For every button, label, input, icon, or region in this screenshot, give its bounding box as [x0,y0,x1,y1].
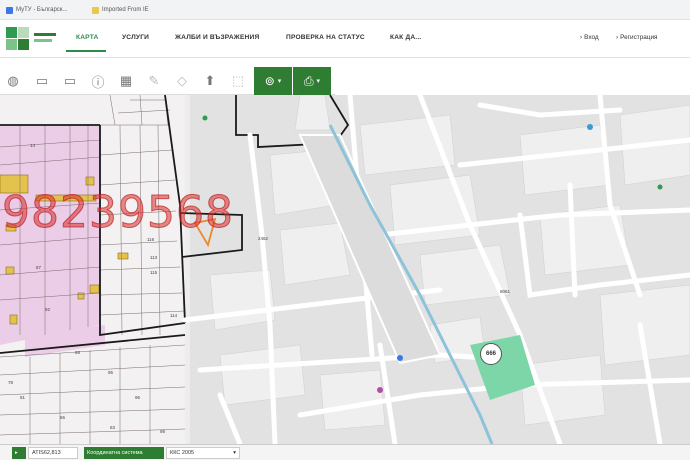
parcel-label: 14 [30,143,36,148]
globe-icon[interactable]: ◍ [3,71,23,91]
eraser-icon[interactable]: ◇ [172,71,192,91]
coordinates-icon: ▸ [12,447,26,459]
parcel-label: 115 [150,270,158,275]
bookmark-mytu[interactable]: МуТУ - Българск... [6,4,67,16]
login-link[interactable]: › Вход [580,34,599,41]
export-icon[interactable]: ⬆ [200,71,220,91]
folder-icon [92,6,99,14]
coordinate-system-label: Координатна система [84,447,164,459]
bookmark-imported[interactable]: Imported From IE [92,4,149,16]
coordinates-field[interactable]: ATIS62,813 [28,447,78,459]
print-button[interactable]: ⎙ ▾ [293,67,331,95]
rectangle-icon[interactable]: ▭ [60,71,80,91]
map-status-bar: ▸ ATIS62,813 Координатна система ККС 200… [0,444,690,460]
watermark-text: 98239568 [2,187,234,239]
parcel-label: 83 [110,425,116,430]
info-icon[interactable]: ⓘ [88,71,108,91]
nav-item-services[interactable]: УСЛУГИ [122,34,149,41]
parcel-label: 87 [36,265,42,270]
search-place-icon: ⊚ [264,74,275,88]
chevron-down-icon: ▾ [233,450,236,456]
map-canvas[interactable]: 113 114 116 115 87 2462 8061 95 81 96 66… [0,95,690,444]
map-marker-badge[interactable]: 666 [480,343,502,365]
pencil-icon[interactable]: ✎ [144,71,164,91]
parcel-label: 81 [20,395,26,400]
parcel-label: 113 [150,255,158,260]
register-icon: › [616,34,619,41]
chevron-down-icon: ▾ [316,78,321,85]
browser-bookmarks-bar: МуТУ - Българск... Imported From IE [0,0,690,20]
nav-item-complaints[interactable]: ЖАЛБИ И ВЪЗРАЖЕНИЯ [175,34,259,41]
login-icon: › [580,34,583,41]
parcel-label: 2462 [258,236,269,241]
parcel-label: 95 [108,370,114,375]
map-toolbar: ◍ ▭ ▭ ⓘ ▦ ✎ ◇ ⬆ ⬚ ⊚ ▾ ⎙ ▾ [0,67,335,95]
parcel-label: 92 [45,307,51,312]
parcel-label: 78 [8,380,14,385]
print-icon: ⎙ [303,73,314,88]
parcel-label: 88 [75,350,81,355]
search-place-button[interactable]: ⊚ ▾ [254,67,292,95]
parcel-label: 114 [170,313,178,318]
nav-item-map[interactable]: КАРТА [76,34,98,41]
zoom-select-icon[interactable]: ⬚ [228,71,248,91]
chevron-down-icon: ▾ [277,78,282,85]
parcel-label: 66 [60,415,66,420]
nav-item-how-to[interactable]: КАК ДА... [390,34,421,41]
parcel-label: 8061 [500,289,511,294]
cadastre-logo[interactable] [6,27,62,53]
coordinate-system-select[interactable]: ККС 2005 ▾ [166,447,240,459]
polygon-select-icon[interactable]: ▭ [32,71,52,91]
bookmark-icon [6,6,13,14]
bookmark-label: Imported From IE [102,7,149,13]
nav-item-status-check[interactable]: ПРОВЕРКА НА СТАТУС [286,34,365,41]
register-link[interactable]: › Регистрация [616,34,658,41]
bookmark-label: МуТУ - Българск... [16,7,68,13]
parcel-labels: 113 114 116 115 87 2462 8061 95 81 96 66… [0,95,690,444]
parcel-label: 98 [160,429,166,434]
layers-icon[interactable]: ▦ [116,71,136,91]
top-navigation: КАРТА УСЛУГИ ЖАЛБИ И ВЪЗРАЖЕНИЯ ПРОВЕРКА… [0,20,690,58]
active-tab-indicator [66,50,106,52]
parcel-label: 96 [135,395,141,400]
